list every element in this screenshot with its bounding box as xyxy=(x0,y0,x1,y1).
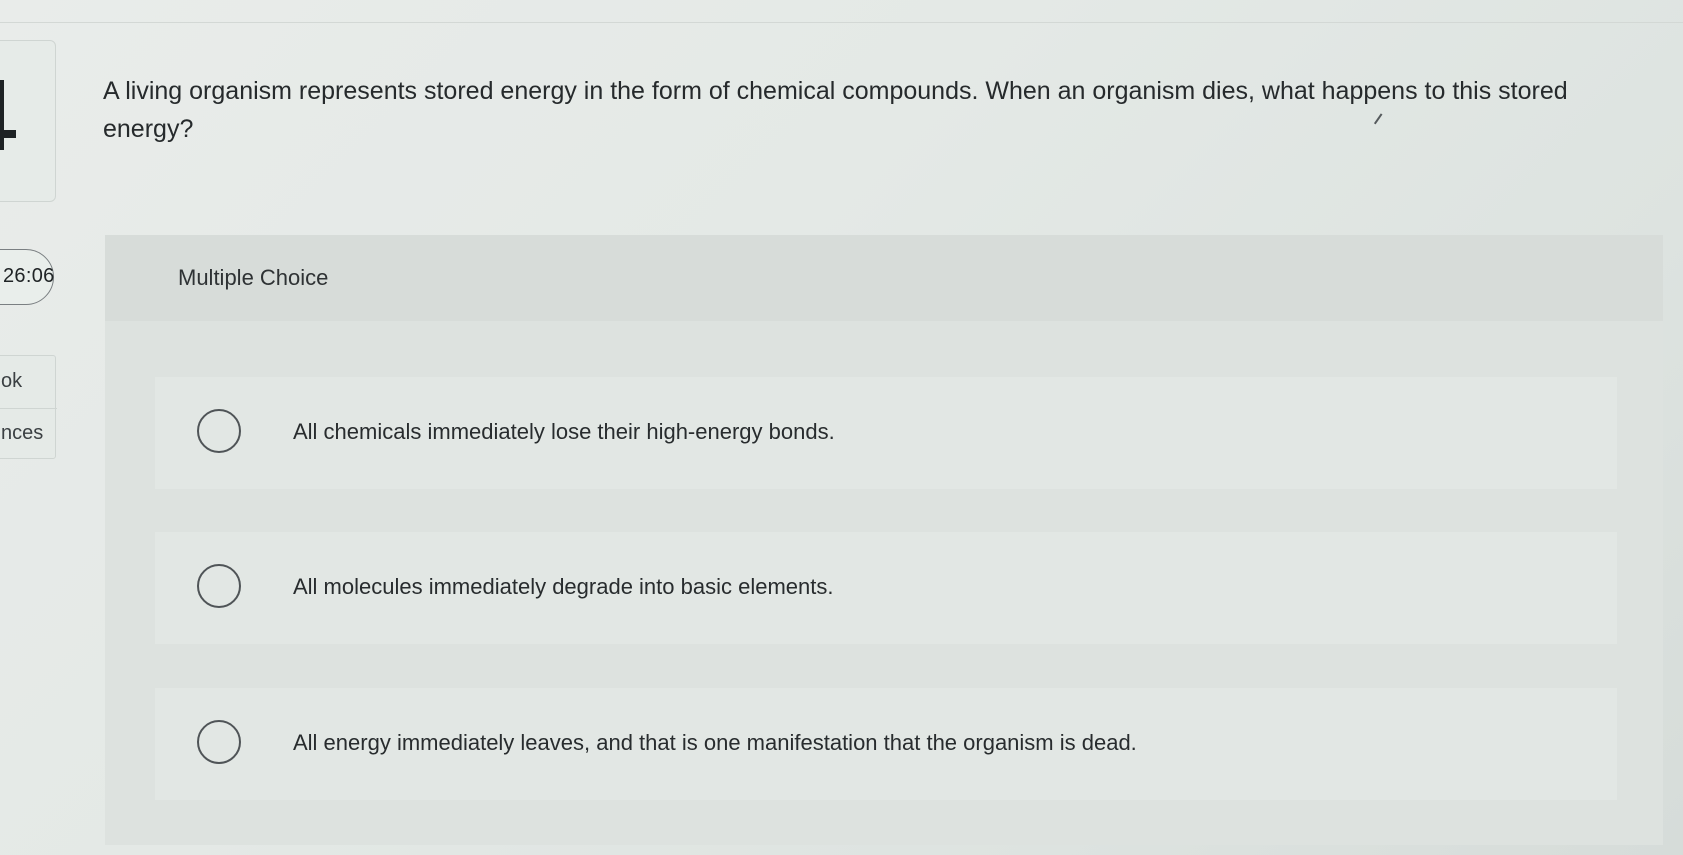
question-type-label: Multiple Choice xyxy=(178,265,329,290)
question-text: A living organism represents stored ener… xyxy=(103,77,1568,143)
answer-section-header: Multiple Choice xyxy=(105,235,1663,321)
sidebar-panel xyxy=(0,40,56,202)
sidebar-links: ok nces xyxy=(0,355,57,459)
answer-option-1[interactable]: All chemicals immediately lose their hig… xyxy=(155,377,1617,489)
radio-button-icon[interactable] xyxy=(197,720,241,764)
radio-button-icon[interactable] xyxy=(197,564,241,608)
sidebar-link-ebook[interactable]: ok xyxy=(1,370,22,393)
radio-button-icon[interactable] xyxy=(197,409,241,453)
sidebar-link-references[interactable]: nces xyxy=(1,422,43,445)
answer-option-text: All chemicals immediately lose their hig… xyxy=(293,419,835,444)
top-border xyxy=(0,22,1683,23)
answer-option-3[interactable]: All energy immediately leaves, and that … xyxy=(155,688,1617,800)
answer-option-2[interactable]: All molecules immediately degrade into b… xyxy=(155,532,1617,644)
answer-option-text: All energy immediately leaves, and that … xyxy=(293,730,1137,755)
timer-text: 26:06 xyxy=(3,265,55,287)
answer-section: Multiple Choice All chemicals immediatel… xyxy=(105,235,1663,845)
timer-badge[interactable]: 26:06 xyxy=(0,249,54,305)
sidebar-indicator-tab xyxy=(0,130,16,138)
sidebar-divider xyxy=(0,408,57,409)
sidebar-active-indicator xyxy=(0,80,4,150)
answer-option-text: All molecules immediately degrade into b… xyxy=(293,574,834,599)
